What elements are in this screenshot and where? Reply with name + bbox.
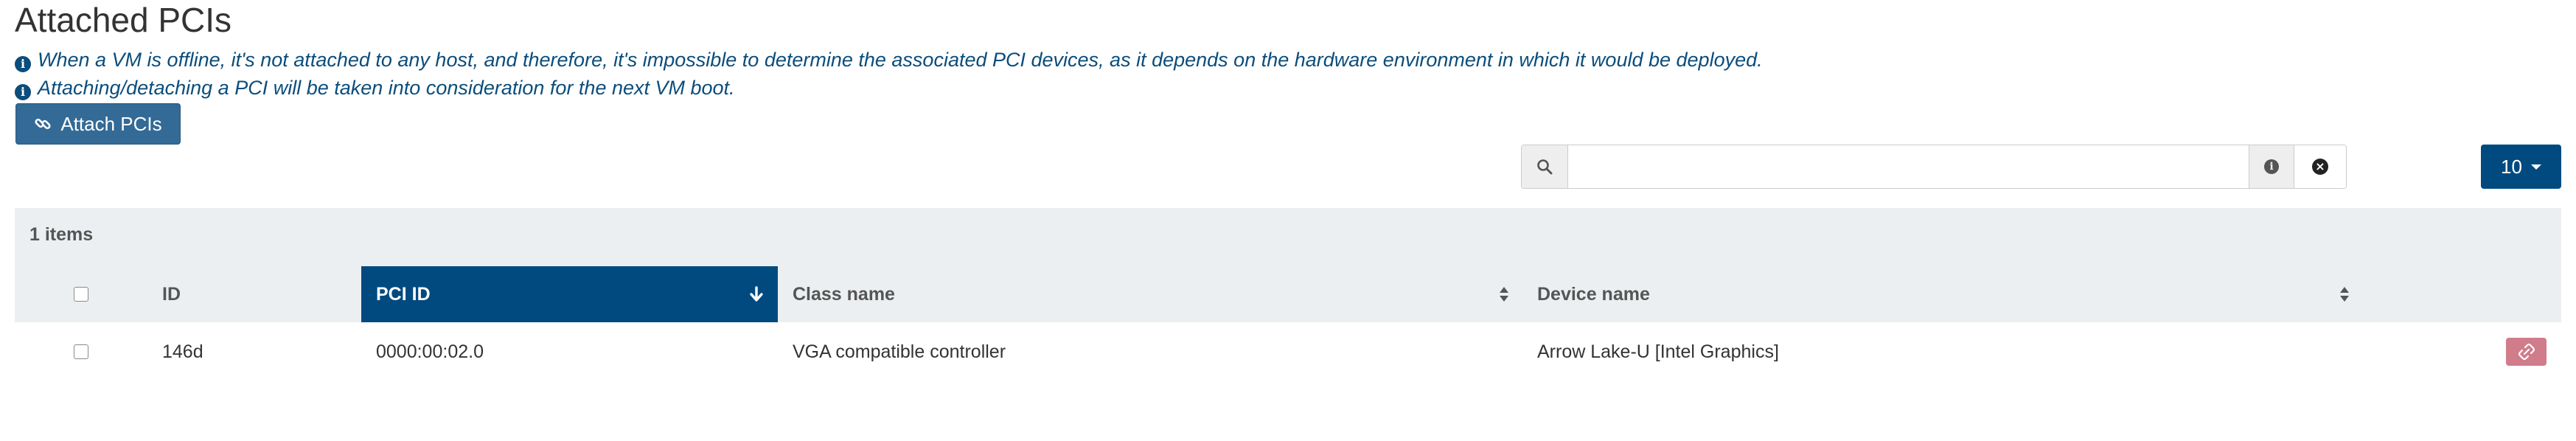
info-circle-icon: i	[15, 84, 31, 100]
page-title: Attached PCIs	[15, 1, 232, 39]
search-icon	[1522, 145, 1568, 188]
unlink-icon	[2518, 344, 2535, 360]
attach-pcis-label: Attach PCIs	[60, 112, 162, 135]
clear-search-button[interactable]: ×	[2294, 145, 2346, 188]
info-boot-message: i Attaching/detaching a PCI will be taken…	[15, 75, 735, 100]
column-header-class-name[interactable]: Class name	[778, 266, 1522, 322]
arrow-down-icon	[748, 285, 765, 303]
cell-device-name: Arrow Lake-U [Intel Graphics]	[1537, 341, 1779, 362]
column-label: ID	[162, 283, 181, 305]
cell-id: 146d	[162, 341, 203, 362]
table-row: 146d 0000:00:02.0 VGA compatible control…	[15, 322, 2561, 381]
times-circle-icon: ×	[2312, 159, 2328, 175]
column-header-device-name[interactable]: Device name	[1522, 266, 2363, 322]
link-icon	[34, 115, 52, 133]
info-offline-text: When a VM is offline, it's not attached …	[38, 49, 1763, 71]
column-header-pci-id[interactable]: PCI ID	[361, 266, 778, 322]
info-circle-icon: i	[2264, 159, 2279, 174]
column-label: PCI ID	[376, 283, 431, 305]
column-header-id[interactable]: ID	[147, 266, 347, 322]
cell-class-name: VGA compatible controller	[793, 341, 1006, 362]
sort-icon	[1499, 286, 1509, 302]
detach-pci-button[interactable]	[2506, 338, 2547, 366]
search-input[interactable]	[1568, 145, 2249, 188]
info-offline-message: i When a VM is offline, it's not attached…	[15, 47, 1763, 72]
row-checkbox[interactable]	[74, 344, 88, 359]
page-size-dropdown[interactable]: 10	[2481, 145, 2561, 189]
table-header: ID PCI ID Class name Device name	[15, 266, 2561, 322]
sort-icon	[2339, 286, 2350, 302]
select-all-cell	[15, 266, 147, 322]
caret-down-icon	[2530, 164, 2541, 170]
page-size-value: 10	[2501, 155, 2522, 178]
search-help-button[interactable]: i	[2249, 145, 2294, 188]
items-count: 1 items	[29, 224, 94, 245]
cell-pci-id: 0000:00:02.0	[376, 341, 484, 362]
row-select-cell	[15, 322, 147, 381]
search-bar: i ×	[1521, 145, 2347, 189]
select-all-checkbox[interactable]	[74, 287, 88, 302]
info-circle-icon: i	[15, 56, 31, 72]
info-boot-text: Attaching/detaching a PCI will be taken …	[38, 77, 735, 99]
column-label: Class name	[793, 283, 895, 305]
pci-table: 1 items ID PCI ID Class name Device name…	[15, 208, 2561, 381]
attach-pcis-button[interactable]: Attach PCIs	[15, 103, 181, 145]
attached-pcis-page: Attached PCIs i When a VM is offline, it'…	[0, 0, 2576, 441]
column-label: Device name	[1537, 283, 1650, 305]
